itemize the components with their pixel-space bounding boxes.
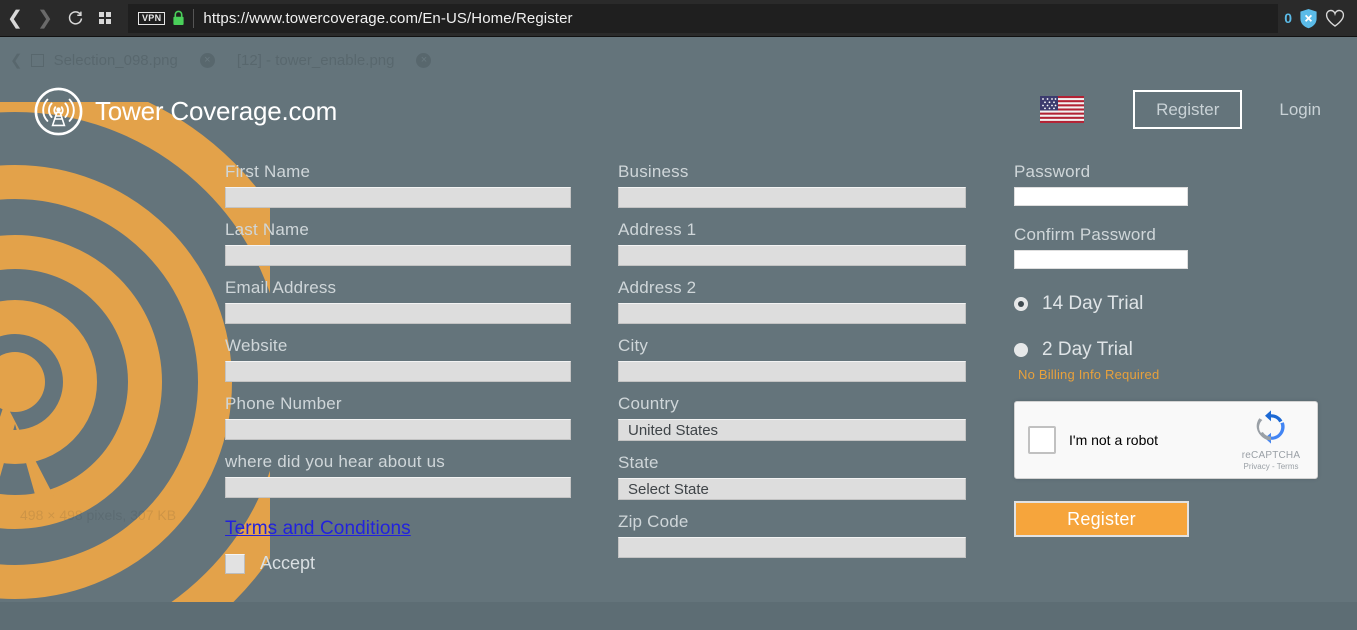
accept-checkbox[interactable] (225, 553, 245, 574)
ghost-status-text: 498 × 498 pixels, 307 KB (20, 507, 177, 523)
confirm-password-input[interactable] (1014, 250, 1188, 269)
label-zip-code: Zip Code (618, 512, 689, 531)
country-select[interactable]: United States (618, 419, 966, 441)
tracker-count: 0 (1284, 10, 1292, 26)
first-name-input[interactable] (225, 187, 571, 208)
recaptcha-checkbox[interactable] (1028, 426, 1056, 454)
reload-icon (68, 10, 82, 25)
zip-code-input[interactable] (618, 537, 966, 558)
field-email-address: Email Address (225, 278, 571, 324)
heart-icon[interactable] (1325, 9, 1345, 28)
no-billing-note: No Billing Info Required (1018, 367, 1160, 382)
site-logo[interactable]: Tower Coverage.com (34, 87, 337, 136)
form-column-address: Business Address 1 Address 2 City Countr… (618, 162, 966, 570)
label-2-day-trial: 2 Day Trial (1042, 339, 1133, 360)
address-bar[interactable]: VPN https://www.towercoverage.com/En-US/… (128, 3, 1279, 33)
label-referral-source: where did you hear about us (225, 452, 445, 471)
phone-number-input[interactable] (225, 419, 571, 440)
tower-signal-logo-icon (34, 87, 83, 136)
address-2-input[interactable] (618, 303, 966, 324)
radio-14-day-trial[interactable] (1014, 297, 1028, 311)
city-input[interactable] (618, 361, 966, 382)
back-button[interactable]: ❮ (0, 0, 30, 37)
site-header: Tower Coverage.com Register Login (0, 37, 1357, 136)
field-last-name: Last Name (225, 220, 571, 266)
field-confirm-password: Confirm Password (1014, 225, 1354, 269)
field-country: Country United States (618, 394, 966, 441)
label-phone-number: Phone Number (225, 394, 342, 413)
field-website: Website (225, 336, 571, 382)
field-address-2: Address 2 (618, 278, 966, 324)
label-website: Website (225, 336, 288, 355)
label-business: Business (618, 162, 689, 181)
page-footer-band (0, 602, 1357, 630)
field-business: Business (618, 162, 966, 208)
label-first-name: First Name (225, 162, 311, 181)
vpn-badge: VPN (138, 11, 166, 25)
header-register-button[interactable]: Register (1133, 90, 1243, 129)
trial-option-14-day[interactable]: 14 Day Trial (1014, 293, 1354, 315)
label-address-2: Address 2 (618, 278, 697, 297)
label-address-1: Address 1 (618, 220, 697, 239)
url-divider (193, 8, 195, 28)
toolbar-right-group: 0 (1278, 8, 1357, 29)
padlock-secure-icon (173, 10, 185, 25)
field-state: State Select State (618, 453, 966, 500)
header-login-link[interactable]: Login (1273, 91, 1327, 129)
header-nav: Register Login (1040, 90, 1327, 129)
terms-and-conditions-link[interactable]: Terms and Conditions (225, 518, 411, 540)
field-password: Password (1014, 162, 1354, 206)
recaptcha-legal-text[interactable]: Privacy - Terms (1235, 462, 1307, 471)
recaptcha-widget[interactable]: I'm not a robot reCAPTCHA Privacy - Term… (1014, 401, 1318, 479)
apps-button[interactable] (90, 0, 120, 37)
shield-x-icon[interactable] (1299, 8, 1318, 29)
form-column-personal: First Name Last Name Email Address Websi… (225, 162, 571, 574)
reload-button[interactable] (60, 0, 90, 37)
label-state: State (618, 453, 659, 472)
accept-label: Accept (260, 553, 316, 573)
referral-source-input[interactable] (225, 477, 571, 498)
password-input[interactable] (1014, 187, 1188, 206)
url-text: https://www.towercoverage.com/En-US/Home… (203, 9, 573, 27)
form-column-account: Password Confirm Password 14 Day Trial 2… (1014, 162, 1354, 537)
label-confirm-password: Confirm Password (1014, 225, 1157, 244)
field-city: City (618, 336, 966, 382)
last-name-input[interactable] (225, 245, 571, 266)
website-input[interactable] (225, 361, 571, 382)
label-email-address: Email Address (225, 278, 337, 297)
field-referral-source: where did you hear about us (225, 452, 571, 498)
brand-name: Tower Coverage.com (95, 96, 338, 126)
field-phone-number: Phone Number (225, 394, 571, 440)
label-country: Country (618, 394, 679, 413)
label-last-name: Last Name (225, 220, 310, 239)
recaptcha-branding: reCAPTCHA Privacy - Terms (1235, 410, 1307, 471)
field-first-name: First Name (225, 162, 571, 208)
state-select[interactable]: Select State (618, 478, 966, 500)
address-1-input[interactable] (618, 245, 966, 266)
forward-button[interactable]: ❯ (30, 0, 60, 37)
browser-toolbar: ❮ ❯ VPN https://www.towercoverage.com/En… (0, 0, 1357, 37)
field-address-1: Address 1 (618, 220, 966, 266)
label-14-day-trial: 14 Day Trial (1042, 293, 1144, 314)
business-input[interactable] (618, 187, 966, 208)
trial-option-2-day[interactable]: 2 Day Trial (1014, 339, 1354, 361)
label-password: Password (1014, 162, 1091, 181)
label-city: City (618, 336, 649, 355)
submit-register-button[interactable]: Register (1014, 501, 1189, 537)
recaptcha-logo-icon (1256, 410, 1285, 444)
chevron-left-icon: ❮ (7, 7, 23, 29)
grid-icon (99, 12, 111, 24)
recaptcha-brand-text: reCAPTCHA (1241, 450, 1301, 461)
chevron-right-icon: ❯ (37, 7, 53, 29)
field-zip-code: Zip Code (618, 512, 966, 558)
page-body: ❮ Selection_098.png × [12] - tower_enabl… (0, 37, 1357, 630)
accept-terms-row[interactable]: Accept (225, 553, 571, 574)
recaptcha-label: I'm not a robot (1069, 432, 1159, 448)
email-address-input[interactable] (225, 303, 571, 324)
radio-2-day-trial[interactable] (1014, 343, 1028, 357)
us-flag-icon[interactable] (1040, 96, 1085, 123)
